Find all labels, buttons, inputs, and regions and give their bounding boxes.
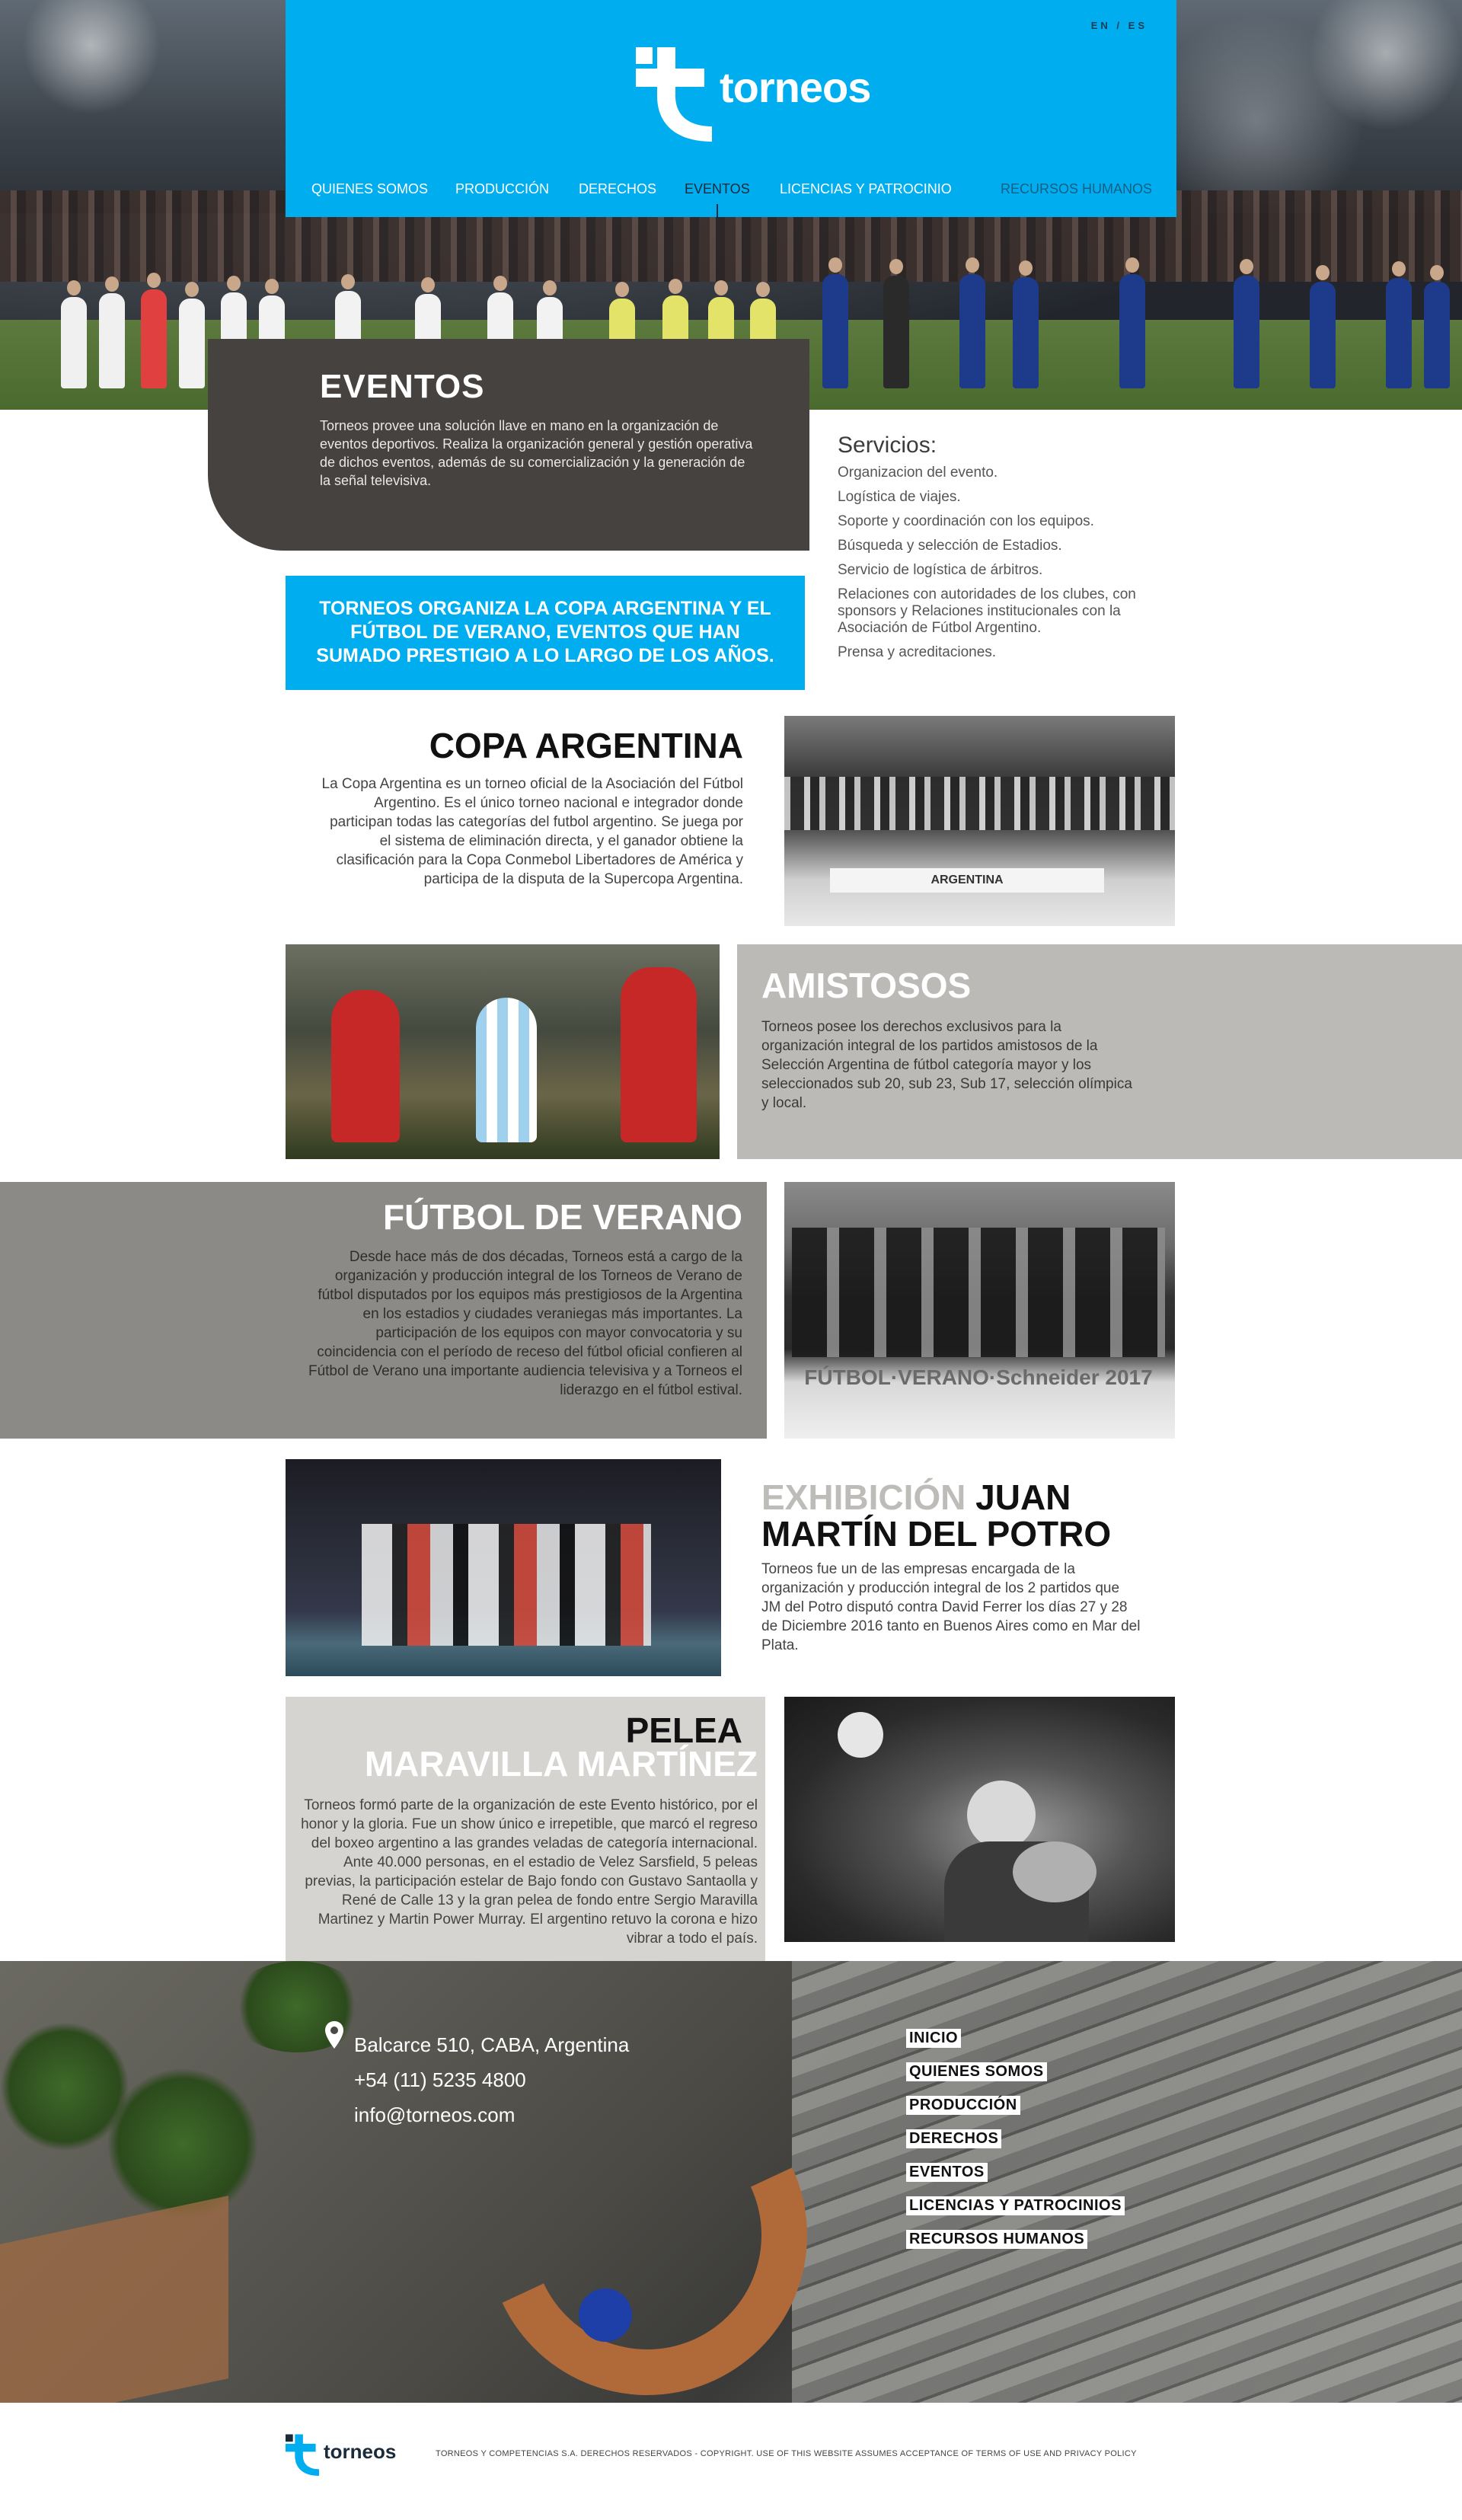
pelea-box: PELEA MARAVILLA MARTÍNEZ Torneos formó p… [286,1697,765,1990]
footer-link-produccion[interactable]: PRODUCCIÓN [906,2096,1020,2115]
active-nav-indicator [717,204,718,221]
copa-photo-banner: ARGENTINA [830,868,1104,893]
location-pin-icon [325,2021,343,2049]
amistosos-box: AMISTOSOS Torneos posee los derechos exc… [737,944,1462,1159]
service-item: Relaciones con autoridades de los clubes… [838,586,1136,636]
verano-box: FÚTBOL DE VERANO Desde hace más de dos d… [0,1182,767,1439]
del-potro-people [362,1524,651,1646]
del-potro-title: EXHIBICIÓN JUAN MARTÍN DEL POTRO [761,1479,1157,1552]
footer-email[interactable]: info@torneos.com [354,2097,629,2132]
footer-plant [107,2068,259,2220]
torneos-logo[interactable]: torneos [636,47,879,146]
services-list: Organizacion del evento. Logística de vi… [838,465,1165,669]
footer-link-recursos-humanos[interactable]: RECURSOS HUMANOS [906,2230,1088,2249]
nav-eventos[interactable]: EVENTOS [685,181,750,197]
nav-quienes-somos[interactable]: QUIENES SOMOS [311,181,428,197]
copa-players-row [784,777,1175,830]
footer-bench [0,2196,228,2403]
torneos-logo-icon [636,47,712,142]
footer-contact: Balcarce 510, CABA, Argentina +54 (11) 5… [354,2027,629,2132]
service-item: Prensa y acreditaciones. [838,644,997,660]
verano-players-row [792,1228,1165,1357]
verano-text: Desde hace más de dos décadas, Torneos e… [308,1249,742,1398]
header-panel: EN / ES torneos QUIENES SOMOS PRODUCCIÓN… [286,0,1176,221]
copa-text: La Copa Argentina es un torneo oficial d… [321,776,743,887]
boxer-head [967,1781,1036,1849]
footer-background-image [0,1961,1462,2403]
del-potro-photo [286,1459,721,1676]
nav-produccion[interactable]: PRODUCCIÓN [455,181,549,197]
copa-argentina-photo: ARGENTINA [784,716,1175,926]
torneos-logo-icon [286,2434,319,2477]
del-potro-text: Torneos fue un de las empresas encargada… [761,1561,1141,1653]
amistosos-photo [286,944,720,1159]
copa-title: COPA ARGENTINA [429,726,743,765]
service-item: Logística de viajes. [838,489,961,505]
brand-wordmark: torneos [720,63,871,111]
verano-photo-banner: FÚTBOL·VERANO·Schneider 2017 [804,1365,1153,1389]
main-nav: QUIENES SOMOS PRODUCCIÓN DERECHOS EVENTO… [286,181,1176,204]
footer-link-inicio[interactable]: INICIO [906,2029,962,2048]
service-item: Servicio de logística de árbitros. [838,562,1043,578]
verano-photo: FÚTBOL·VERANO·Schneider 2017 [784,1182,1175,1439]
footer-link-derechos[interactable]: DERECHOS [906,2129,1002,2148]
service-item: Organizacion del evento. [838,465,998,481]
pelea-title-2: MARAVILLA MARTÍNEZ [364,1744,758,1784]
pelea-title-1: PELEA [625,1710,742,1750]
footer-link-quienes-somos[interactable]: QUIENES SOMOS [906,2062,1047,2081]
footer-plant [228,1961,366,2052]
verano-title: FÚTBOL DE VERANO [383,1197,742,1237]
services-title: Servicios: [838,433,937,458]
footer-wordmark: torneos [324,2440,397,2463]
footer-links: INICIO QUIENES SOMOS PRODUCCIÓN DERECHOS… [906,2029,1125,2263]
footer-link-licencias[interactable]: LICENCIAS Y PATROCINIOS [906,2196,1125,2215]
amistosos-text: Torneos posee los derechos exclusivos pa… [761,1019,1132,1111]
del-potro-title-dark-2: MARTÍN DEL POTRO [761,1514,1112,1554]
highlight-banner: TORNEOS ORGANIZA LA COPA ARGENTINA Y EL … [286,576,805,690]
footer-stairs [792,1961,1462,2403]
amistosos-title: AMISTOSOS [761,966,972,1005]
footer-phone[interactable]: +54 (11) 5235 4800 [354,2062,629,2097]
service-item: Soporte y coordinación con los equipos. [838,513,1094,529]
amistosos-player-red-2 [621,967,697,1142]
footer-logo[interactable]: torneos [286,2434,407,2477]
pelea-text: Torneos formó parte de la organización d… [301,1797,758,1947]
footer-link-eventos[interactable]: EVENTOS [906,2163,988,2182]
pelea-photo [784,1697,1175,1942]
championship-belt [1013,1841,1096,1902]
footer-chair [579,2288,632,2342]
boxing-glove [838,1712,883,1758]
bottom-bar [0,2403,1462,2520]
nav-licencias[interactable]: LICENCIAS Y PATROCINIO [780,181,952,197]
amistosos-player-argentina [476,998,537,1142]
language-switch[interactable]: EN / ES [1091,20,1148,31]
footer-address: Balcarce 510, CABA, Argentina [354,2033,630,2056]
eventos-intro-box: EVENTOS Torneos provee una solución llav… [208,339,809,551]
nav-derechos[interactable]: DERECHOS [579,181,656,197]
nav-recursos-humanos[interactable]: RECURSOS HUMANOS [1001,181,1152,197]
del-potro-title-dark-1: JUAN [975,1477,1071,1517]
page-title: EVENTOS [320,368,485,405]
intro-text: Torneos provee una solución llave en man… [320,418,753,488]
del-potro-title-light: EXHIBICIÓN [761,1477,966,1517]
service-item: Búsqueda y selección de Estadios. [838,538,1062,554]
amistosos-player-red [331,990,400,1142]
copyright-text: TORNEOS Y COMPETENCIAS S.A. DERECHOS RES… [436,2449,1137,2458]
